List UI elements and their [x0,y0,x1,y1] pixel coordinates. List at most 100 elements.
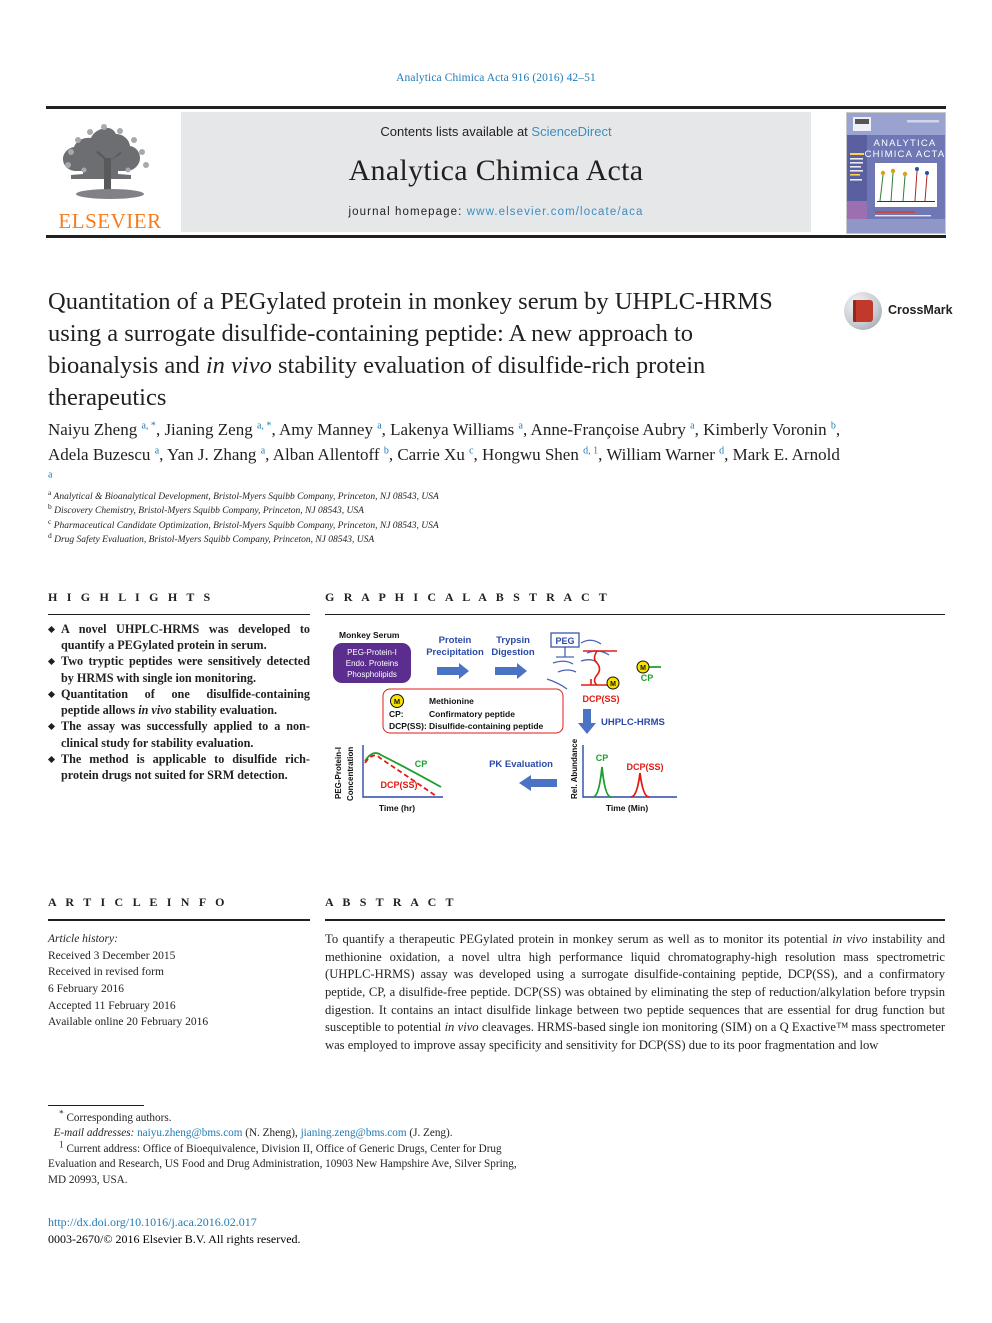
svg-text:Digestion: Digestion [491,647,534,658]
graphical-abstract-figure: Monkey Serum PEG-Protein-I Endo. Protein… [325,627,705,817]
svg-text:CP: CP [415,759,428,769]
article-info-heading: A R T I C L E I N F O [48,895,228,909]
journal-homepage-line: journal homepage: www.elsevier.com/locat… [181,206,811,218]
graphical-abstract-heading: G R A P H I C A L A B S T R A C T [325,590,611,604]
running-head: Analytica Chimica Acta 916 (2016) 42–51 [396,72,596,84]
journal-title: Analytica Chimica Acta [348,154,644,187]
author-separator: , [835,420,841,439]
journal-masthead: ELSEVIER Contents lists available at Sci… [46,106,946,238]
highlight-text: Two tryptic peptides were sensitively de… [61,654,310,685]
svg-text:Trypsin: Trypsin [496,635,530,646]
journal-homepage-link[interactable]: www.elsevier.com/locate/aca [467,206,644,218]
highlight-italic: in vivo [138,703,172,718]
article-history-lines: Received 3 December 2015 Received in revi… [48,948,310,1031]
svg-text:Rel. Abundance: Rel. Abundance [570,738,579,799]
author-affiliation-marker: a, * [141,420,156,432]
highlight-item: Two tryptic peptides were sensitively de… [48,653,310,685]
homepage-prefix: journal homepage: [348,206,467,218]
affiliation-item: c Pharmaceutical Candidate Optimization,… [48,517,848,533]
contents-prefix: Contents lists available at [380,124,532,139]
elsevier-wordmark: ELSEVIER [58,209,162,233]
corresponding-marker: * [59,1109,64,1120]
author-name: Yan J. Zhang [167,444,261,464]
highlights-section: H I G H L I G H T S A novel UHPLC-HRMS w… [48,590,310,783]
author-name: Adela Buzescu [48,444,155,464]
svg-text:CP:: CP: [389,709,404,719]
highlights-heading: H I G H L I G H T S [48,590,214,604]
author-list: Naiyu Zheng a, *, Jianing Zeng a, *, Amy… [48,418,848,492]
svg-text:DCP(SS):: DCP(SS): [389,721,427,731]
author-separator: , [381,420,391,439]
highlight-item: A novel UHPLC-HRMS was developed to quan… [48,621,310,653]
page-title: Quantitation of a PEGylated protein in m… [48,286,808,413]
svg-text:CP: CP [596,753,609,763]
article-history: Article history: Received 3 December 201… [48,931,310,1031]
svg-text:Disulfide-containing peptide: Disulfide-containing peptide [429,721,544,731]
svg-text:M: M [640,665,646,672]
masthead-rule-bottom [46,235,946,238]
svg-text:PEG-Protein-I: PEG-Protein-I [334,747,343,799]
abstract-p1: To quantify a therapeutic PEGylated prot… [325,932,833,946]
article-history-line: Received 3 December 2015 [48,949,176,962]
article-history-line: Available online 20 February 2016 [48,1016,209,1029]
corresponding-text: Corresponding authors. [66,1112,172,1124]
email-owner-2: (J. Zeng). [409,1127,453,1140]
article-history-line: Accepted 11 February 2016 [48,999,176,1012]
svg-text:Confirmatory peptide: Confirmatory peptide [429,709,515,719]
svg-text:PEG-Protein-I: PEG-Protein-I [347,648,397,657]
crossmark-label: CrossMark [888,303,953,317]
author-separator: , [473,444,483,464]
highlight-text: The assay was successfully applied to a … [61,719,310,750]
affiliation-item: d Drug Safety Evaluation, Bristol-Myers … [48,532,848,547]
email-link-2[interactable]: jianing.zeng@bms.com [301,1127,407,1139]
svg-text:Time (hr): Time (hr) [379,803,415,813]
abstract-divider [325,919,945,921]
cover-art: ANALYTICA CHIMICA ACTA [847,113,945,233]
masthead-center-panel: Contents lists available at ScienceDirec… [181,112,811,232]
contents-available-line: Contents lists available at ScienceDirec… [181,124,811,139]
affiliation-item: a Analytical & Bioanalytical Development… [48,489,848,504]
article-history-line: Received in revised form [48,966,164,979]
article-info-section: A R T I C L E I N F O Article history: R… [48,895,310,1031]
corresponding-authors-note: * Corresponding authors. [48,1109,518,1126]
doi-link[interactable]: http://dx.doi.org/10.1016/j.aca.2016.02.… [48,1214,648,1231]
svg-text:DCP(SS): DCP(SS) [380,780,417,790]
affiliation-item: b Discovery Chemistry, Bristol-Myers Squ… [48,503,848,518]
author-name: Hongwu Shen [482,444,584,464]
sciencedirect-link[interactable]: ScienceDirect [531,124,611,139]
crossmark-badge-group[interactable]: CrossMark [842,288,953,340]
footnotes-section: * Corresponding authors. E-mail addresse… [48,1105,518,1188]
highlight-text: The method is applicable to disulfide ri… [61,751,310,782]
graphical-abstract-section: G R A P H I C A L A B S T R A C T Monkey… [325,590,945,817]
crossmark-icon [844,292,882,330]
email-link-1[interactable]: naiyu.zheng@bms.com [137,1127,242,1139]
affiliation-list: a Analytical & Bioanalytical Development… [48,489,848,548]
author-name: Carrie Xu [397,444,470,464]
article-info-divider [48,919,310,921]
svg-text:PK Evaluation: PK Evaluation [489,759,553,770]
affiliation-text: Analytical & Bioanalytical Development, … [51,492,439,502]
elsevier-tree-icon [63,124,149,199]
highlight-item: The method is applicable to disulfide ri… [48,751,310,783]
svg-text:Protein: Protein [439,635,472,646]
author-affiliation-marker: a [48,469,53,481]
author-separator: , [265,444,273,464]
affiliation-text: Pharmaceutical Candidate Optimization, B… [51,520,439,531]
author-name: Lakenya Williams [390,420,519,439]
highlights-divider [48,614,310,615]
footer-doi-block: http://dx.doi.org/10.1016/j.aca.2016.02.… [48,1214,648,1249]
abstract-heading: A B S T R A C T [325,895,457,909]
svg-text:Time (Min): Time (Min) [606,803,649,813]
email-label: E-mail addresses: [53,1127,135,1140]
masthead-rule-top [46,106,946,109]
title-italic: in vivo [205,351,272,379]
svg-text:Precipitation: Precipitation [426,647,484,658]
author-name: William Warner [606,444,720,464]
svg-text:DCP(SS): DCP(SS) [582,694,619,704]
svg-text:DCP(SS): DCP(SS) [626,762,663,772]
highlight-item: The assay was successfully applied to a … [48,718,310,750]
article-history-line: 6 February 2016 [48,983,125,996]
affiliation-text: Discovery Chemistry, Bristol-Myers Squib… [51,506,364,517]
svg-text:UHPLC-HRMS: UHPLC-HRMS [601,717,665,728]
current-address-note: 1 Current address: Office of Bioequivale… [48,1141,518,1188]
